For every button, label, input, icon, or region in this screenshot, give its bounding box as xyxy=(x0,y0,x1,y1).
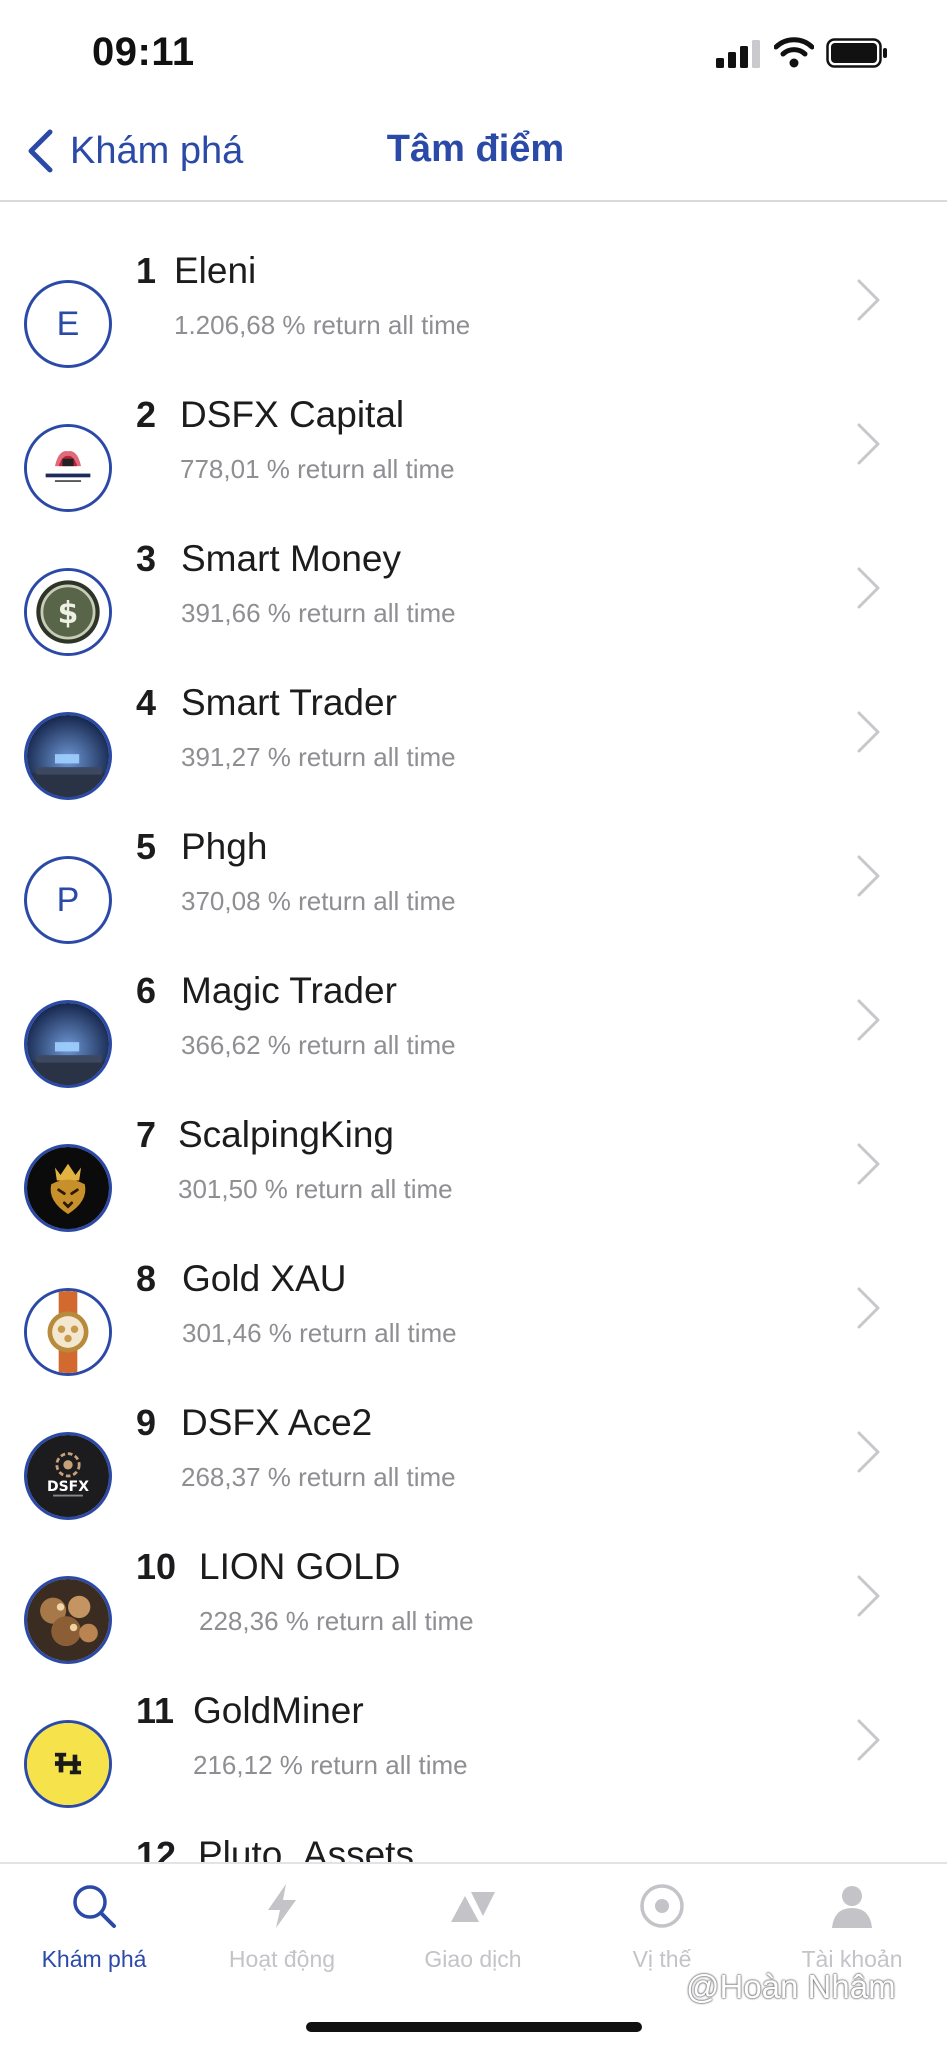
trader-return: 301,46 % return all time xyxy=(182,1318,457,1348)
trader-name: Gold XAU xyxy=(182,1258,347,1299)
tab-label: Giao dịch xyxy=(424,1946,522,1972)
avatar-letter: E xyxy=(56,304,80,343)
chevron-right-icon xyxy=(857,855,880,897)
trader-row[interactable]: 6 Magic Trader 366,62 % return all time xyxy=(0,924,947,1088)
page-title: Tâm điểm xyxy=(386,128,565,170)
trader-name: ScalpingKing xyxy=(178,1114,394,1155)
battery-icon xyxy=(826,38,887,68)
trader-rank: 5 xyxy=(136,826,157,867)
chevron-right-icon xyxy=(857,711,880,753)
trader-rank: 12 xyxy=(136,1834,177,1862)
trader-list: E 1 Eleni 1.206,68 % return all time 2 D… xyxy=(0,204,947,1862)
tab-bar: Khám phá Hoạt động Giao dịch Vị thế Tài … xyxy=(0,1862,947,2048)
navigation-bar: Khám phá Tâm điểm xyxy=(0,100,947,202)
trader-name: DSFX Ace2 xyxy=(181,1402,373,1443)
status-bar: 09:11 xyxy=(0,0,947,100)
trader-name: Smart Money xyxy=(181,538,402,579)
chevron-right-icon xyxy=(857,1719,880,1761)
trader-return: 216,12 % return all time xyxy=(193,1750,468,1780)
trader-row[interactable]: P 5 Phgh 370,08 % return all time xyxy=(0,780,947,944)
trader-row[interactable]: 2 DSFX Capital 778,01 % return all time xyxy=(0,348,947,512)
trader-name: Pluto_Assets xyxy=(198,1834,414,1862)
trader-rank: 7 xyxy=(136,1114,157,1155)
chevron-right-icon xyxy=(857,567,880,609)
trader-row[interactable]: DSFX 9 DSFX Ace2 268,37 % return all tim… xyxy=(0,1356,947,1520)
trader-rank: 2 xyxy=(136,394,157,435)
account-person-icon xyxy=(832,1886,872,1928)
trader-rank: 10 xyxy=(136,1546,177,1587)
chevron-right-icon xyxy=(857,1143,880,1185)
position-target-icon xyxy=(640,1884,684,1928)
tab-tai-khoan[interactable]: Tài khoản xyxy=(757,1882,947,1973)
trader-row[interactable]: 8 Gold XAU 301,46 % return all time xyxy=(0,1212,947,1376)
tab-hoat-dong[interactable]: Hoạt động xyxy=(187,1882,377,1973)
tab-label: Hoạt động xyxy=(228,1946,336,1972)
trader-row[interactable]: E 1 Eleni 1.206,68 % return all time xyxy=(0,204,947,368)
trader-rank: 3 xyxy=(136,538,157,579)
trader-rank: 4 xyxy=(136,682,157,723)
tab-label: Khám phá xyxy=(41,1946,147,1972)
trader-row[interactable]: $ 3 Smart Money 391,66 % return all time xyxy=(0,492,947,656)
tab-kham-pha[interactable]: Khám phá xyxy=(0,1882,189,1973)
trader-return: 228,36 % return all time xyxy=(199,1606,474,1636)
trader-return: 301,50 % return all time xyxy=(178,1174,453,1204)
trader-rank: 9 xyxy=(136,1402,157,1443)
trader-row[interactable]: 12 Pluto_Assets xyxy=(0,1788,947,1862)
trader-rank: 6 xyxy=(136,970,157,1011)
chevron-right-icon xyxy=(857,999,880,1041)
trader-return: 391,66 % return all time xyxy=(181,598,456,628)
trader-name: Phgh xyxy=(181,826,268,867)
lightning-icon xyxy=(268,1884,296,1928)
trader-row[interactable]: 10 LION GOLD 228,36 % return all time xyxy=(0,1500,947,1664)
trader-rank: 11 xyxy=(136,1690,175,1731)
cellular-signal-icon xyxy=(716,40,760,68)
avatar-letter: P xyxy=(56,880,80,919)
trader-name: GoldMiner xyxy=(193,1690,364,1731)
chevron-right-icon xyxy=(857,423,880,465)
chevron-right-icon xyxy=(857,1431,880,1473)
wifi-icon xyxy=(774,37,814,68)
trader-name: Smart Trader xyxy=(181,682,397,723)
trade-triangles-icon xyxy=(451,1892,495,1922)
chevron-right-icon xyxy=(857,1575,880,1617)
home-indicator xyxy=(306,2022,642,2032)
trader-row[interactable]: 7 ScalpingKing 301,50 % return all time xyxy=(0,1068,947,1232)
search-icon xyxy=(73,1885,116,1928)
svg-text:DSFX: DSFX xyxy=(47,1479,89,1495)
tab-vi-the[interactable]: Vị thế xyxy=(567,1882,757,1973)
svg-text:$: $ xyxy=(58,596,79,631)
watermark: @Hoàn Nhâm xyxy=(686,1968,896,2005)
trader-row[interactable]: 11 GoldMiner 216,12 % return all time xyxy=(0,1644,947,1808)
trader-name: DSFX Capital xyxy=(180,394,405,435)
trader-rank: 1 xyxy=(136,250,157,291)
trader-return: 778,01 % return all time xyxy=(180,454,455,484)
trader-return: 391,27 % return all time xyxy=(181,742,456,772)
trader-name: Eleni xyxy=(174,250,257,291)
trader-return: 366,62 % return all time xyxy=(181,1030,456,1060)
trader-return: 268,37 % return all time xyxy=(181,1462,456,1492)
tab-giao-dich[interactable]: Giao dịch xyxy=(378,1882,568,1973)
trader-name: LION GOLD xyxy=(199,1546,401,1587)
chevron-right-icon xyxy=(857,1287,880,1329)
trader-row[interactable]: 4 Smart Trader 391,27 % return all time xyxy=(0,636,947,800)
trader-return: 370,08 % return all time xyxy=(181,886,456,916)
trader-rank: 8 xyxy=(136,1258,157,1299)
chevron-right-icon xyxy=(857,279,880,321)
trader-name: Magic Trader xyxy=(181,970,397,1011)
status-time: 09:11 xyxy=(92,30,195,74)
trader-return: 1.206,68 % return all time xyxy=(174,310,471,340)
